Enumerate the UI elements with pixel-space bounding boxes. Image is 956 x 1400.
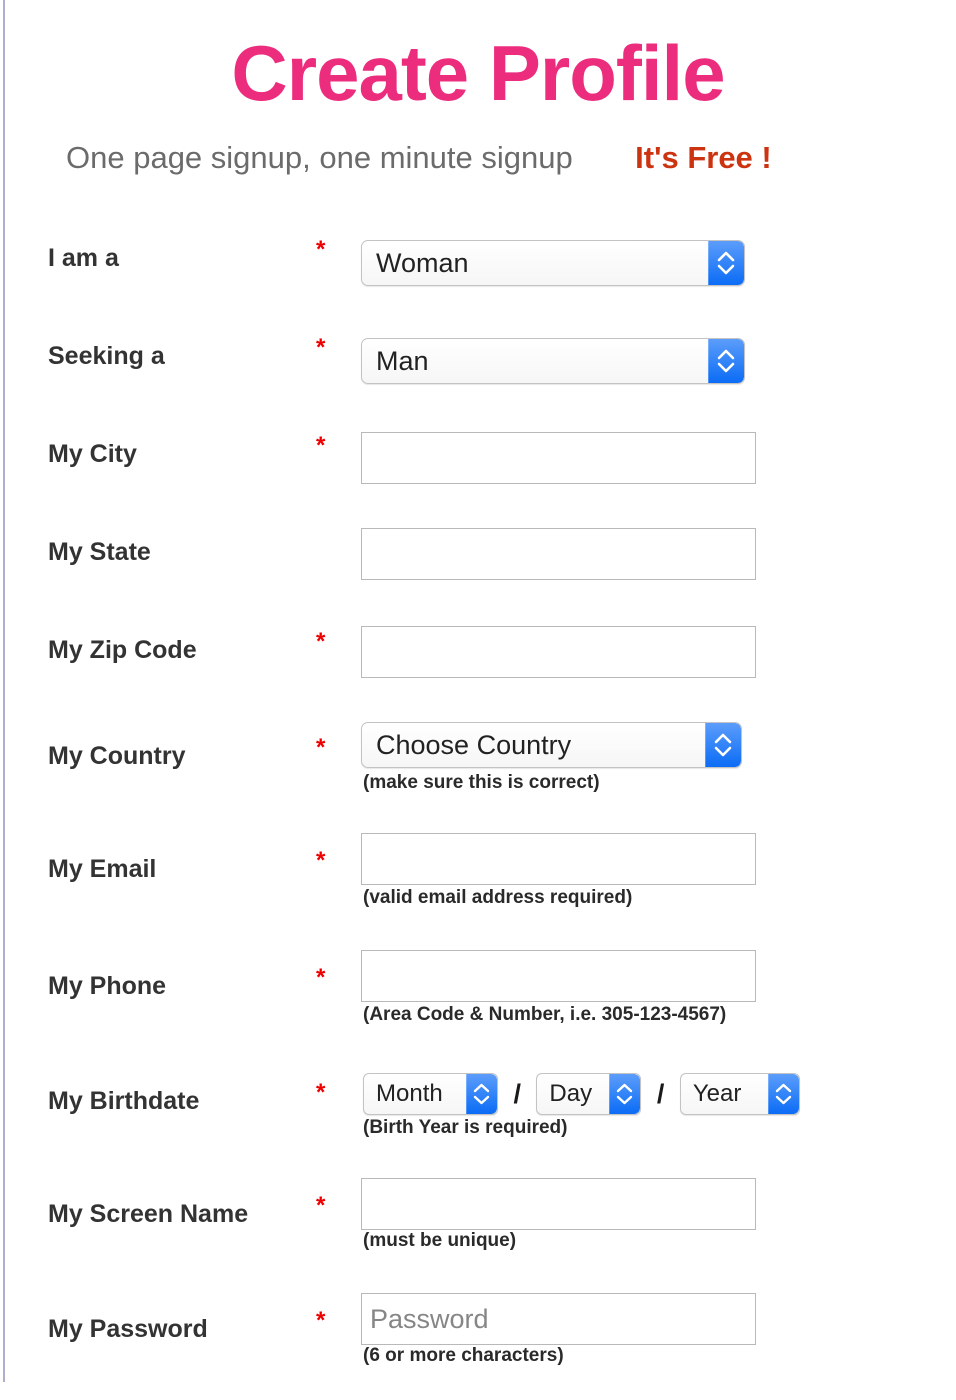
field-my-email — [361, 833, 756, 885]
hint-my-phone: (Area Code & Number, i.e. 305-123-4567) — [363, 1004, 727, 1025]
required-marker: * — [316, 847, 326, 874]
select-i-am-a[interactable]: Woman — [361, 240, 745, 286]
my-password-input[interactable] — [361, 1293, 756, 1345]
required-marker: * — [316, 432, 326, 459]
stepper-updown-icon[interactable] — [609, 1074, 641, 1114]
form-row-my-country: My Country * Choose Country (make sure t… — [0, 710, 956, 825]
birthdate-separator-2: / — [656, 1078, 665, 1109]
label-my-screen-name: My Screen Name — [48, 1200, 249, 1228]
select-birth-day[interactable]: Day — [536, 1073, 642, 1115]
select-i-am-a-value: Woman — [376, 248, 469, 278]
page-subtitle: One page signup, one minute signup — [66, 140, 573, 175]
label-my-email: My Email — [48, 855, 157, 883]
my-state-input[interactable] — [361, 528, 756, 580]
form-row-i-am-a: I am a * Woman — [0, 220, 956, 318]
free-badge: It's Free ! — [635, 140, 772, 175]
stepper-updown-icon[interactable] — [466, 1074, 497, 1114]
field-my-zip-code — [361, 626, 756, 678]
label-i-am-a: I am a — [48, 244, 119, 272]
stepper-updown-icon[interactable] — [708, 339, 744, 383]
required-marker: * — [316, 1307, 326, 1334]
form-row-my-city: My City * — [0, 416, 956, 514]
birthdate-separator-1: / — [513, 1078, 521, 1109]
hint-my-screen-name: (must be unique) — [363, 1230, 517, 1251]
field-i-am-a: Woman — [361, 240, 745, 286]
field-my-birthdate: Month / Day / Year — [363, 1073, 800, 1115]
label-my-country: My Country — [48, 742, 186, 770]
my-city-input[interactable] — [361, 432, 756, 484]
my-email-input[interactable] — [361, 833, 756, 885]
field-my-country: Choose Country — [361, 722, 742, 768]
required-marker: * — [316, 1192, 326, 1219]
field-my-password — [361, 1293, 756, 1345]
required-marker: * — [316, 964, 326, 991]
create-profile-page: Create Profile One page signup, one minu… — [0, 0, 956, 1400]
select-birth-month[interactable]: Month — [363, 1073, 498, 1115]
required-marker: * — [316, 1079, 326, 1106]
select-my-country[interactable]: Choose Country — [361, 722, 742, 768]
required-marker: * — [316, 334, 326, 361]
required-marker: * — [316, 236, 326, 263]
label-seeking-a: Seeking a — [48, 342, 165, 370]
my-screen-name-input[interactable] — [361, 1178, 756, 1230]
my-phone-input[interactable] — [361, 950, 756, 1002]
form-row-my-zip-code: My Zip Code * — [0, 612, 956, 710]
create-profile-form: I am a * Woman Seeking a * Man My City *… — [0, 220, 956, 1400]
form-row-my-state: My State — [0, 514, 956, 612]
hint-my-country: (make sure this is correct) — [363, 772, 600, 793]
form-row-seeking-a: Seeking a * Man — [0, 318, 956, 416]
hint-my-password: (6 or more characters) — [363, 1345, 564, 1366]
label-my-zip-code: My Zip Code — [48, 636, 197, 664]
select-seeking-a[interactable]: Man — [361, 338, 745, 384]
hint-my-email: (valid email address required) — [363, 887, 633, 908]
form-row-my-email: My Email * (valid email address required… — [0, 825, 956, 940]
page-subtitle-bar: One page signup, one minute signup It's … — [0, 140, 956, 176]
stepper-updown-icon[interactable] — [708, 241, 744, 285]
required-marker: * — [316, 734, 326, 761]
label-my-city: My City — [48, 440, 137, 468]
field-my-state — [361, 528, 756, 580]
form-row-my-screen-name: My Screen Name * (must be unique) — [0, 1170, 956, 1285]
select-seeking-a-value: Man — [376, 346, 429, 376]
label-my-state: My State — [48, 538, 151, 566]
label-my-birthdate: My Birthdate — [48, 1087, 200, 1115]
label-my-password: My Password — [48, 1315, 208, 1343]
required-marker: * — [316, 628, 326, 655]
page-title: Create Profile — [231, 29, 725, 117]
form-row-my-birthdate: My Birthdate * Month / Day / Year (Birth… — [0, 1055, 956, 1170]
select-my-country-value: Choose Country — [376, 730, 572, 760]
hint-my-birthdate: (Birth Year is required) — [363, 1117, 568, 1138]
stepper-updown-icon[interactable] — [705, 723, 741, 767]
my-zip-code-input[interactable] — [361, 626, 756, 678]
select-birth-year[interactable]: Year — [679, 1073, 800, 1115]
stepper-updown-icon[interactable] — [767, 1074, 799, 1114]
field-my-phone — [361, 950, 756, 1002]
form-row-my-phone: My Phone * (Area Code & Number, i.e. 305… — [0, 940, 956, 1055]
field-my-city — [361, 432, 756, 484]
field-seeking-a: Man — [361, 338, 745, 384]
field-my-screen-name — [361, 1178, 756, 1230]
form-row-my-password: My Password * (6 or more characters) — [0, 1285, 956, 1400]
label-my-phone: My Phone — [48, 972, 167, 1000]
